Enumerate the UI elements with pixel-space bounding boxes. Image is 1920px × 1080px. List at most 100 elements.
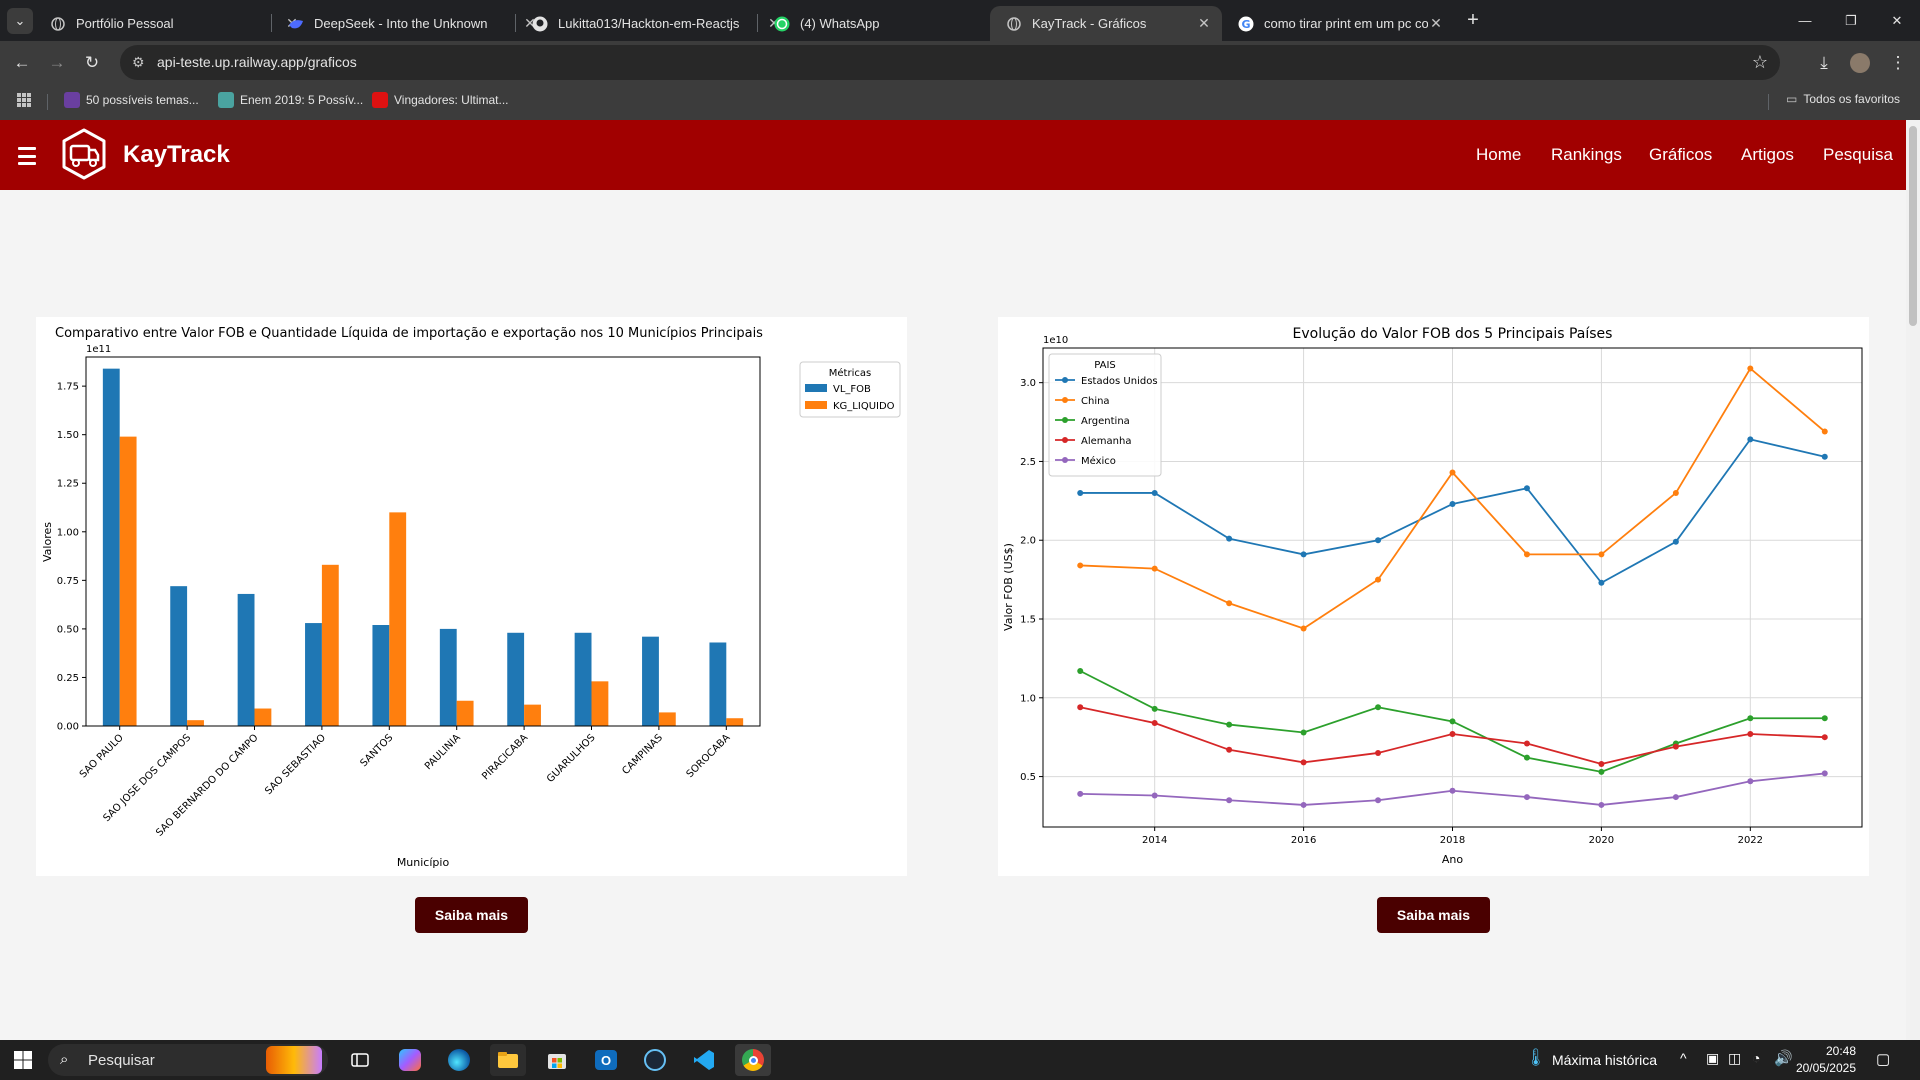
- notification-icon[interactable]: ▢: [1876, 1050, 1890, 1068]
- nav-link-graficos[interactable]: Gráficos: [1649, 145, 1712, 165]
- tab-title: como tirar print em um pc com: [1264, 16, 1428, 31]
- bar-kg-liquido: [456, 700, 474, 726]
- tab-title: KayTrack - Gráficos: [1032, 16, 1147, 31]
- series-point: [1598, 768, 1605, 775]
- site-info-icon[interactable]: ⚙: [132, 54, 145, 71]
- minimize-icon[interactable]: —: [1782, 0, 1828, 41]
- bookmark-star-icon[interactable]: ☆: [1752, 52, 1768, 73]
- series-point: [1821, 770, 1828, 777]
- globe-icon: [50, 16, 66, 32]
- microsoft-store-icon[interactable]: [539, 1044, 575, 1076]
- site-brand[interactable]: KayTrack: [123, 141, 230, 169]
- legend-marker: [1062, 417, 1068, 423]
- legend-marker: [1062, 457, 1068, 463]
- task-view-icon[interactable]: [342, 1044, 378, 1076]
- bookmark-divider: [1768, 94, 1769, 110]
- x-tick-label: 2014: [1142, 835, 1167, 846]
- chrome-icon[interactable]: [735, 1044, 771, 1076]
- nav-link-home[interactable]: Home: [1476, 145, 1521, 165]
- windows-taskbar: ⌕ Pesquisar O 🌡 Máxima histórica ^ ▣ ◫ ◔…: [0, 1040, 1920, 1080]
- chevron-down-icon: ⌄: [7, 7, 33, 34]
- bar-kg-liquido: [524, 704, 541, 726]
- search-icon: ⌕: [60, 1051, 69, 1068]
- nav-link-artigos[interactable]: Artigos: [1741, 145, 1794, 165]
- series-point: [1077, 489, 1084, 496]
- taskbar-search-box[interactable]: ⌕ Pesquisar: [48, 1044, 328, 1076]
- windows-start-icon[interactable]: [5, 1044, 41, 1076]
- thermometer-icon: 🌡: [1525, 1048, 1547, 1067]
- copilot-icon[interactable]: [392, 1044, 428, 1076]
- back-arrow-icon[interactable]: ←: [8, 49, 36, 77]
- series-point: [1598, 760, 1605, 767]
- bar-vl-fob: [574, 632, 592, 726]
- series-point: [1226, 600, 1233, 607]
- browser-tab[interactable]: DeepSeek - Into the Unknown ✕: [272, 6, 548, 41]
- nav-link-pesquisa[interactable]: Pesquisa: [1823, 145, 1893, 165]
- line-chart: Evolução do Valor FOB dos 5 Principais P…: [1002, 326, 1863, 866]
- series-point: [1523, 551, 1530, 558]
- series-point: [1449, 787, 1456, 794]
- window-close-icon[interactable]: ✕: [1874, 0, 1920, 41]
- bookmark-item[interactable]: Enem 2019: 5 Possív...: [218, 92, 363, 108]
- bookmark-item[interactable]: Vingadores: Ultimat...: [372, 92, 509, 108]
- tray-chevron-up-icon[interactable]: ^: [1680, 1050, 1687, 1066]
- series-point: [1523, 740, 1530, 747]
- x-tick-label: 2018: [1440, 835, 1465, 846]
- bar-vl-fob: [372, 625, 390, 726]
- y-tick-label: 1.75: [57, 382, 79, 393]
- bar-kg-liquido: [726, 718, 744, 726]
- series-point: [1077, 668, 1084, 675]
- steam-icon[interactable]: [637, 1044, 673, 1076]
- weather-text[interactable]: Máxima histórica: [1552, 1052, 1657, 1068]
- restore-icon[interactable]: ❐: [1828, 0, 1874, 41]
- new-tab-plus-icon[interactable]: +: [1458, 0, 1488, 41]
- vscode-icon[interactable]: [686, 1044, 722, 1076]
- browser-tab[interactable]: Portfólio Pessoal ✕: [34, 6, 310, 41]
- hamburger-menu-icon[interactable]: [18, 147, 36, 165]
- profile-avatar[interactable]: [1846, 49, 1874, 77]
- close-icon[interactable]: ✕: [1428, 15, 1444, 32]
- series-point: [1821, 453, 1828, 460]
- apps-grid-icon[interactable]: [16, 92, 32, 108]
- close-icon[interactable]: ✕: [1196, 15, 1212, 32]
- bar-vl-fob: [439, 628, 457, 726]
- y-tick-label: 2.0: [1020, 536, 1036, 547]
- series-point: [1375, 576, 1382, 583]
- nav-link-rankings[interactable]: Rankings: [1551, 145, 1622, 165]
- bar-vl-fob: [102, 368, 120, 726]
- series-point: [1077, 562, 1084, 569]
- site-navbar: KayTrack Home Rankings Gráficos Artigos …: [0, 120, 1906, 190]
- y-tick-label: 1.0: [1020, 693, 1036, 704]
- reload-icon[interactable]: ↻: [78, 49, 106, 77]
- browser-tab[interactable]: Lukitta013/Hackton-em-Reactjs ✕: [516, 6, 792, 41]
- bookmark-divider: [47, 94, 48, 110]
- saiba-mais-button[interactable]: Saiba mais: [415, 897, 528, 933]
- browser-tab[interactable]: G como tirar print em um pc com ✕: [1222, 6, 1454, 41]
- clock-time[interactable]: 20:48: [1812, 1044, 1856, 1058]
- github-icon: [532, 16, 548, 32]
- address-bar[interactable]: ⚙ api-teste.up.railway.app/graficos ☆: [120, 45, 1780, 80]
- saiba-mais-button[interactable]: Saiba mais: [1377, 897, 1490, 933]
- bookmark-item[interactable]: 50 possíveis temas...: [64, 92, 199, 108]
- forward-arrow-icon[interactable]: →: [43, 49, 71, 77]
- outlook-icon[interactable]: O: [588, 1044, 624, 1076]
- scrollbar-thumb[interactable]: [1909, 126, 1917, 326]
- tab-search-button[interactable]: ⌄: [5, 0, 35, 41]
- menu-kebab-icon[interactable]: ⋮: [1884, 49, 1912, 77]
- clock-date[interactable]: 20/05/2025: [1786, 1061, 1856, 1075]
- edge-icon[interactable]: [441, 1044, 477, 1076]
- page-scrollbar[interactable]: [1906, 120, 1920, 1040]
- download-icon[interactable]: ⤓: [1810, 49, 1838, 77]
- series-point: [1375, 704, 1382, 711]
- wifi-icon[interactable]: ◔: [1752, 1050, 1760, 1066]
- file-explorer-icon[interactable]: [490, 1044, 526, 1076]
- y-tick-label: 1.25: [57, 479, 79, 490]
- search-placeholder: Pesquisar: [88, 1052, 155, 1069]
- tray-meet-icon[interactable]: ◫: [1728, 1050, 1741, 1067]
- bar-kg-liquido: [119, 436, 137, 726]
- all-bookmarks-folder[interactable]: ▭ Todos os favoritos: [1786, 92, 1900, 106]
- bar-kg-liquido: [187, 720, 204, 726]
- browser-tab-active[interactable]: KayTrack - Gráficos ✕: [990, 6, 1222, 41]
- tray-app-icon[interactable]: ▣: [1706, 1050, 1719, 1067]
- legend-title: PAIS: [1094, 360, 1116, 371]
